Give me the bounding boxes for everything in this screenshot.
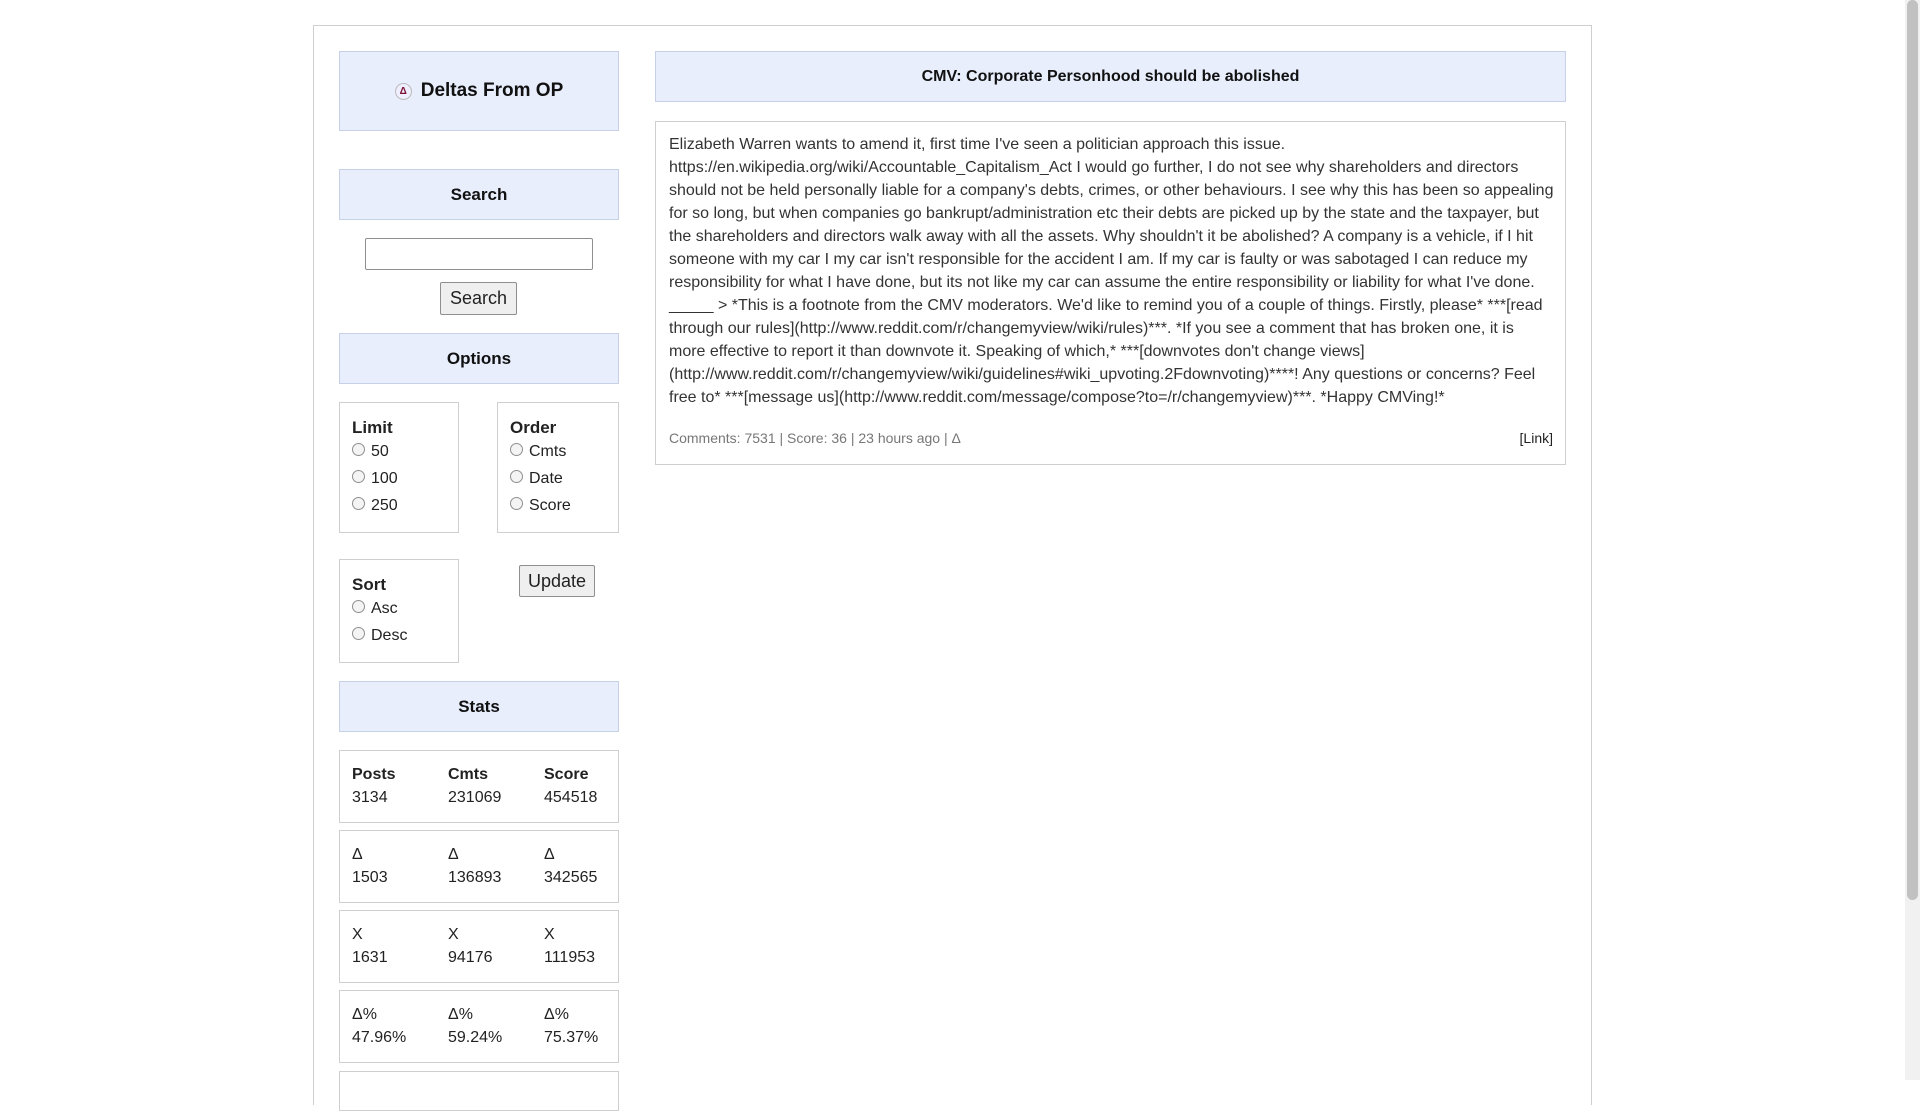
stat-pct-cmts: Δ% 59.24% <box>448 1003 502 1049</box>
radio-icon[interactable] <box>510 469 523 483</box>
limit-option-label: 50 <box>371 443 389 460</box>
order-option-label: Score <box>529 497 571 514</box>
options-heading: Options <box>339 333 619 384</box>
stat-x-cmts: X 94176 <box>448 923 493 969</box>
post-title[interactable]: CMV: Corporate Personhood should be abol… <box>655 51 1566 102</box>
stat-label: Score <box>544 766 589 783</box>
sort-option-desc[interactable]: Desc <box>352 626 408 645</box>
stat-value: 231069 <box>448 789 502 806</box>
radio-icon[interactable] <box>352 442 365 456</box>
stat-label: Δ <box>448 846 459 863</box>
search-button[interactable]: Search <box>440 282 517 315</box>
stat-pct-posts: Δ% 47.96% <box>352 1003 406 1049</box>
radio-icon[interactable] <box>510 442 523 456</box>
stat-label: Δ% <box>448 1006 473 1023</box>
sort-option-label: Asc <box>371 600 398 617</box>
stats-panel-deltas: Δ 1503 Δ 136893 Δ 342565 <box>339 830 619 903</box>
limit-option-label: 250 <box>371 497 398 514</box>
stats-panel-totals: Posts 3134 Cmts 231069 Score 454518 <box>339 750 619 823</box>
stat-score: Score 454518 <box>544 763 597 809</box>
limit-option-100[interactable]: 100 <box>352 469 398 488</box>
search-input[interactable] <box>365 238 593 270</box>
post-title-text: CMV: Corporate Personhood should be abol… <box>921 67 1300 85</box>
stat-x-posts: X 1631 <box>352 923 388 969</box>
stat-value: 111953 <box>544 949 596 966</box>
stat-posts: Posts 3134 <box>352 763 396 809</box>
stat-value: 136893 <box>448 869 502 886</box>
stat-delta-posts: Δ 1503 <box>352 843 388 889</box>
limit-fieldset: Limit 50 100 250 <box>339 402 459 533</box>
stat-value: 454518 <box>544 789 598 806</box>
stat-value: 1631 <box>352 949 388 966</box>
search-heading: Search <box>339 169 619 220</box>
order-option-label: Cmts <box>529 443 567 460</box>
delta-icon: Δ <box>394 82 412 100</box>
stat-x-score: X 111953 <box>544 923 595 969</box>
order-option-cmts[interactable]: Cmts <box>510 442 567 461</box>
stat-value: 59.24% <box>448 1029 503 1046</box>
stat-label: Δ <box>544 846 555 863</box>
order-fieldset: Order Cmts Date Score <box>497 402 619 533</box>
limit-option-250[interactable]: 250 <box>352 496 398 515</box>
scrollbar-thumb[interactable] <box>1907 0 1918 900</box>
stat-label: Δ% <box>544 1006 569 1023</box>
order-option-date[interactable]: Date <box>510 469 563 488</box>
page-container: Δ Deltas From OP Search Search Options L… <box>313 25 1592 1111</box>
stats-panel-x: X 1631 X 94176 X 111953 <box>339 910 619 983</box>
stat-cmts: Cmts 231069 <box>448 763 501 809</box>
sort-title: Sort <box>352 575 386 594</box>
stat-pct-score: Δ% 75.37% <box>544 1003 598 1049</box>
sort-option-label: Desc <box>371 627 408 644</box>
stat-delta-cmts: Δ 136893 <box>448 843 501 889</box>
radio-icon[interactable] <box>352 496 365 510</box>
limit-option-50[interactable]: 50 <box>352 442 389 461</box>
post-link[interactable]: [Link] <box>1520 430 1553 446</box>
options-heading-label: Options <box>446 348 512 368</box>
stat-label: X <box>448 926 459 943</box>
limit-title: Limit <box>352 418 393 437</box>
stat-label: Posts <box>352 766 396 783</box>
post-panel: Elizabeth Warren wants to amend it, firs… <box>655 121 1566 465</box>
stats-heading-label: Stats <box>458 696 500 716</box>
deltas-title: Deltas From OP <box>420 80 564 101</box>
stat-delta-score: Δ 342565 <box>544 843 597 889</box>
stat-label: Δ% <box>352 1006 377 1023</box>
stats-panel-more <box>339 1071 619 1111</box>
stat-label: X <box>352 926 363 943</box>
sort-option-asc[interactable]: Asc <box>352 599 398 618</box>
radio-icon[interactable] <box>510 496 523 510</box>
order-title: Order <box>510 418 557 437</box>
stats-panel-delta-pct: Δ% 47.96% Δ% 59.24% Δ% 75.37% <box>339 990 619 1063</box>
stat-value: 47.96% <box>352 1029 407 1046</box>
page-scrollbar[interactable] <box>1905 0 1920 1080</box>
update-button[interactable]: Update <box>519 565 595 597</box>
stat-value: 1503 <box>352 869 388 886</box>
stat-label: Δ <box>352 846 363 863</box>
order-option-label: Date <box>529 470 563 487</box>
post-meta: Comments: 7531 | Score: 36 | 23 hours ag… <box>669 430 961 446</box>
order-option-score[interactable]: Score <box>510 496 571 515</box>
post-body: Elizabeth Warren wants to amend it, firs… <box>669 136 1554 406</box>
limit-option-label: 100 <box>371 470 398 487</box>
stat-value: 342565 <box>544 869 598 886</box>
deltas-from-op-header[interactable]: Δ Deltas From OP <box>339 51 619 131</box>
stat-label: Cmts <box>448 766 489 783</box>
radio-icon[interactable] <box>352 469 365 483</box>
sort-fieldset: Sort Asc Desc <box>339 559 459 663</box>
stat-value: 94176 <box>448 949 493 966</box>
search-heading-label: Search <box>450 184 508 204</box>
stat-label: X <box>544 926 555 943</box>
stat-value: 3134 <box>352 789 388 806</box>
stats-heading: Stats <box>339 681 619 732</box>
radio-icon[interactable] <box>352 626 365 640</box>
stat-value: 75.37% <box>544 1029 599 1046</box>
radio-icon[interactable] <box>352 599 365 613</box>
